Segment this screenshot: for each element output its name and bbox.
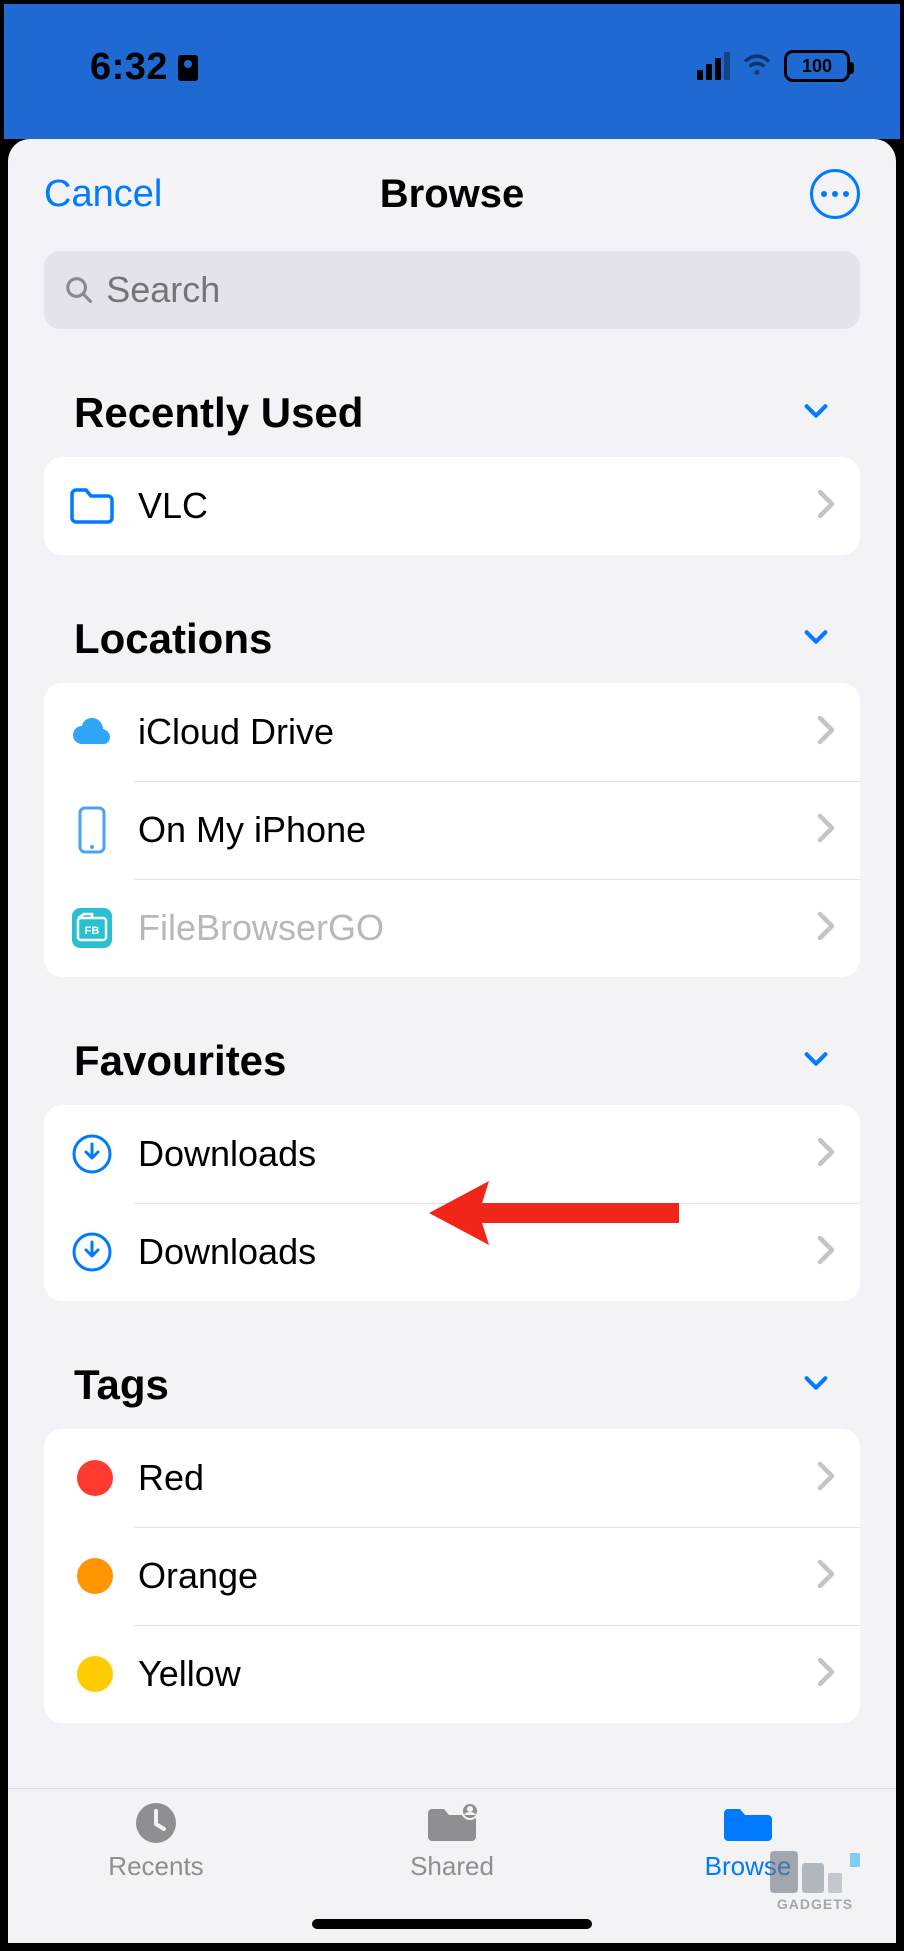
- download-icon: [68, 1228, 116, 1276]
- chevron-right-icon: [816, 911, 836, 946]
- folder-icon: [720, 1801, 776, 1845]
- nav-bar: Cancel Browse: [8, 139, 896, 241]
- item-label: On My iPhone: [138, 809, 816, 851]
- status-time: 6:32: [90, 46, 198, 89]
- tab-recents[interactable]: Recents: [9, 1801, 302, 1943]
- sim-icon: [178, 55, 198, 81]
- folder-icon: [68, 482, 116, 530]
- item-label: Downloads: [138, 1231, 816, 1273]
- svg-text:FB: FB: [85, 925, 100, 937]
- section-header-favourites[interactable]: Favourites: [44, 1037, 860, 1085]
- status-bar: 6:32 100: [4, 4, 900, 139]
- cellular-icon: [697, 52, 730, 80]
- wifi-icon: [742, 52, 772, 81]
- section-header-locations[interactable]: Locations: [44, 615, 860, 663]
- list-item-tag-orange[interactable]: Orange: [44, 1527, 860, 1625]
- cloud-icon: [68, 708, 116, 756]
- cancel-button[interactable]: Cancel: [44, 173, 162, 216]
- item-label: Downloads: [138, 1133, 816, 1175]
- list-item-downloads-1[interactable]: Downloads: [44, 1105, 860, 1203]
- svg-text:GADGETS: GADGETS: [777, 1896, 853, 1912]
- section-title: Favourites: [74, 1037, 286, 1085]
- chevron-right-icon: [816, 1235, 836, 1270]
- section-title: Locations: [74, 615, 272, 663]
- tab-label: Recents: [108, 1851, 203, 1882]
- search-icon: [64, 274, 94, 306]
- chevron-right-icon: [816, 1137, 836, 1172]
- tag-dot-icon: [68, 1454, 116, 1502]
- shared-folder-icon: [424, 1801, 480, 1845]
- item-label: iCloud Drive: [138, 711, 816, 753]
- status-right: 100: [697, 50, 850, 82]
- clock-icon: [128, 1801, 184, 1845]
- tags-card: Red Orange Yellow: [44, 1429, 860, 1723]
- search-field[interactable]: [44, 251, 860, 329]
- list-item-downloads-2[interactable]: Downloads: [44, 1203, 860, 1301]
- time-text: 6:32: [90, 46, 168, 89]
- section-title: Tags: [74, 1361, 169, 1409]
- locations-card: iCloud Drive On My iPhone FB FileBrowser…: [44, 683, 860, 977]
- list-item-icloud[interactable]: iCloud Drive: [44, 683, 860, 781]
- section-header-tags[interactable]: Tags: [44, 1361, 860, 1409]
- list-item-tag-yellow[interactable]: Yellow: [44, 1625, 860, 1723]
- item-label: Red: [138, 1457, 816, 1499]
- more-button[interactable]: [810, 169, 860, 219]
- chevron-right-icon: [816, 1461, 836, 1496]
- list-item-tag-red[interactable]: Red: [44, 1429, 860, 1527]
- tab-label: Shared: [410, 1851, 494, 1882]
- recent-card: VLC: [44, 457, 860, 555]
- chevron-right-icon: [816, 715, 836, 750]
- chevron-right-icon: [816, 489, 836, 524]
- list-item-vlc[interactable]: VLC: [44, 457, 860, 555]
- watermark: GADGETS: [750, 1843, 880, 1913]
- item-label: Orange: [138, 1555, 816, 1597]
- chevron-right-icon: [816, 813, 836, 848]
- chevron-down-icon: [802, 1045, 830, 1078]
- chevron-down-icon: [802, 623, 830, 656]
- battery-text: 100: [802, 56, 832, 77]
- ellipsis-icon: [821, 191, 849, 197]
- browse-sheet: Cancel Browse Recently Used: [8, 139, 896, 1943]
- item-label: VLC: [138, 485, 816, 527]
- chevron-down-icon: [802, 1369, 830, 1402]
- item-label: FileBrowserGO: [138, 907, 816, 949]
- chevron-right-icon: [816, 1559, 836, 1594]
- download-icon: [68, 1130, 116, 1178]
- chevron-right-icon: [816, 1657, 836, 1692]
- section-title: Recently Used: [74, 389, 363, 437]
- filebrowsergo-icon: FB: [68, 904, 116, 952]
- iphone-icon: [68, 806, 116, 854]
- home-indicator[interactable]: [312, 1919, 592, 1929]
- section-header-recent[interactable]: Recently Used: [44, 389, 860, 437]
- list-item-iphone[interactable]: On My iPhone: [44, 781, 860, 879]
- favourites-card: Downloads Downloads: [44, 1105, 860, 1301]
- search-input[interactable]: [106, 269, 840, 311]
- list-item-filebrowsergo[interactable]: FB FileBrowserGO: [44, 879, 860, 977]
- item-label: Yellow: [138, 1653, 816, 1695]
- tag-dot-icon: [68, 1552, 116, 1600]
- tag-dot-icon: [68, 1650, 116, 1698]
- chevron-down-icon: [802, 397, 830, 430]
- battery-icon: 100: [784, 50, 850, 82]
